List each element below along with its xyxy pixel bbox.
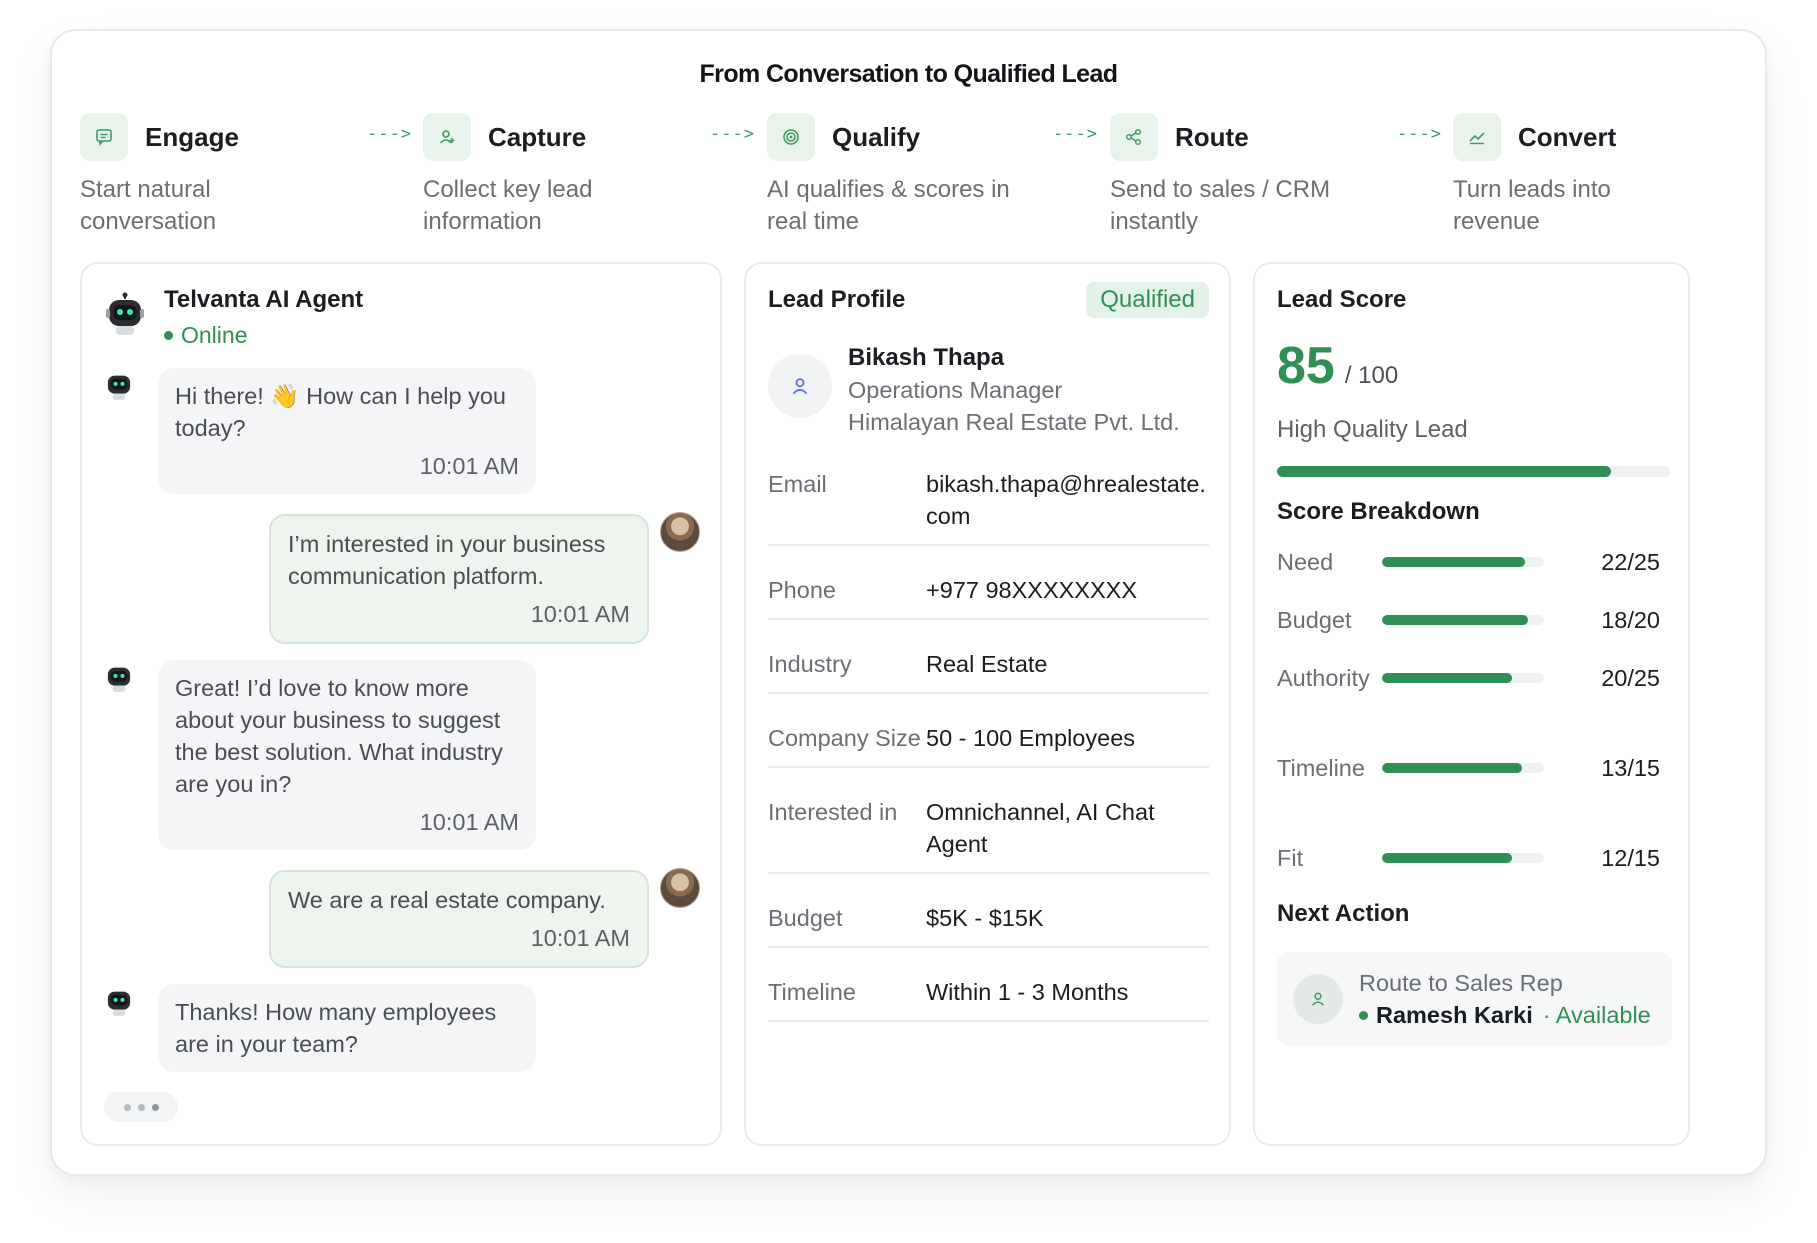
step-desc: Send to sales / CRM instantly xyxy=(1110,176,1331,235)
target-icon xyxy=(767,113,815,161)
step-name: Route xyxy=(1175,121,1249,152)
robot-icon xyxy=(104,986,134,1023)
breakdown-bar xyxy=(1382,557,1544,567)
chat-message-user: We are a real estate company. 10:01 AM xyxy=(269,870,649,968)
sales-rep-name: Ramesh Karki xyxy=(1376,1002,1533,1028)
step-desc: AI qualifies & scores in real time xyxy=(767,176,1010,235)
status-badge: Qualified xyxy=(1086,282,1209,318)
sales-rep-status: · Available xyxy=(1542,1002,1651,1028)
message-time: 10:01 AM xyxy=(419,453,519,479)
user-plus-icon xyxy=(423,113,471,161)
robot-icon xyxy=(104,370,134,407)
breakdown-bar xyxy=(1382,673,1544,683)
status-dot xyxy=(1359,1010,1368,1020)
avatar xyxy=(660,512,700,552)
step-desc: Turn leads into revenue xyxy=(1453,176,1611,235)
breakdown-title: Score Breakdown xyxy=(1277,498,1480,525)
step-name: Convert xyxy=(1518,121,1617,152)
message-time: 10:01 AM xyxy=(530,601,630,627)
trend-icon xyxy=(1453,113,1501,161)
breakdown-row: Timeline 13/15 xyxy=(1277,754,1660,782)
agent-header: Telvanta AI Agent Online xyxy=(104,286,363,349)
flow-arrow: ---> xyxy=(1053,124,1098,144)
profile-row: Company Size 50 - 100 Employees xyxy=(768,694,1209,768)
profile-row: Budget $5K - $15K xyxy=(768,874,1209,948)
lead-person: Bikash Thapa Operations Manager Himalaya… xyxy=(768,342,1180,438)
chat-message-bot: Hi there! 👋 How can I help you today? 10… xyxy=(158,368,536,494)
score-max: / 100 xyxy=(1344,362,1399,389)
chat-message-bot: Thanks! How many employees are in your t… xyxy=(158,984,536,1072)
score-number: 85 xyxy=(1277,337,1335,395)
step-route: Route Send to sales / CRM instantly xyxy=(1110,112,1430,238)
typing-indicator xyxy=(104,1092,178,1122)
user-icon xyxy=(1293,974,1343,1024)
score-label: High Quality Lead xyxy=(1277,416,1468,443)
breakdown-bar xyxy=(1382,615,1544,625)
card-title: Lead Score xyxy=(1277,286,1407,313)
avatar xyxy=(660,868,700,908)
profile-row: Email bikash.thapa@hrealestate.com xyxy=(768,456,1209,546)
score-value: 85 / 100 xyxy=(1277,338,1398,394)
agent-status: Online xyxy=(164,322,363,349)
next-action-box[interactable]: Route to Sales Rep Ramesh Karki · Availa… xyxy=(1277,952,1672,1046)
step-capture: Capture Collect key lead information xyxy=(423,112,743,238)
lead-company: Himalayan Real Estate Pvt. Ltd. xyxy=(848,409,1180,435)
breakdown-row: Budget 18/20 xyxy=(1277,606,1660,634)
chat-message-bot: Great! I’d love to know more about your … xyxy=(158,660,536,850)
step-engage: Engage Start natural conversation xyxy=(80,112,400,238)
share-icon xyxy=(1110,113,1158,161)
lead-name: Bikash Thapa xyxy=(848,344,1005,371)
breakdown-bar xyxy=(1382,763,1544,773)
lead-score-card: Lead Score 85 / 100 High Quality Lead Sc… xyxy=(1253,262,1690,1146)
card-title: Lead Profile xyxy=(768,286,906,313)
agent-name: Telvanta AI Agent xyxy=(164,286,364,313)
step-desc: Collect key lead information xyxy=(423,176,593,235)
profile-row: Timeline Within 1 - 3 Months xyxy=(768,948,1209,1022)
chat-message-user: I’m interested in your business communic… xyxy=(269,514,649,644)
step-desc: Start natural conversation xyxy=(80,176,217,235)
flow-arrow: ---> xyxy=(710,124,755,144)
user-icon xyxy=(768,354,832,418)
breakdown-row: Authority 20/25 xyxy=(1277,664,1660,692)
page-title: From Conversation to Qualified Lead xyxy=(699,60,1119,88)
profile-row: Interested in Omnichannel, AI Chat Agent xyxy=(768,768,1209,874)
profile-row: Industry Real Estate xyxy=(768,620,1209,694)
robot-icon xyxy=(104,662,134,699)
step-qualify: Qualify AI qualifies & scores in real ti… xyxy=(767,112,1087,238)
flow-arrow: ---> xyxy=(1397,124,1442,144)
score-progress-bar xyxy=(1277,466,1670,477)
chat-card: Telvanta AI Agent Online Hi there! 👋 How… xyxy=(80,262,722,1146)
flow-arrow: ---> xyxy=(367,124,412,144)
breakdown-row: Fit 12/15 xyxy=(1277,844,1660,872)
step-name: Engage xyxy=(145,121,239,152)
robot-icon xyxy=(104,292,146,338)
profile-fields: Email bikash.thapa@hrealestate.com Phone +… xyxy=(768,456,1209,1022)
breakdown-row: Need 22/25 xyxy=(1277,548,1660,576)
next-action-label: Route to Sales Rep xyxy=(1359,970,1563,996)
online-dot xyxy=(164,331,173,340)
step-convert: Convert Turn leads into revenue xyxy=(1453,112,1773,238)
chat-icon xyxy=(80,113,128,161)
breakdown-bar xyxy=(1382,853,1544,863)
profile-row: Phone +977 98XXXXXXXX xyxy=(768,546,1209,620)
message-time: 10:01 AM xyxy=(530,925,630,951)
message-time: 10:01 AM xyxy=(419,809,519,835)
lead-role: Operations Manager xyxy=(848,377,1063,403)
next-action-title: Next Action xyxy=(1277,900,1410,927)
step-name: Qualify xyxy=(832,121,921,152)
lead-profile-card: Lead Profile Qualified Bikash Thapa Oper… xyxy=(744,262,1231,1146)
step-name: Capture xyxy=(488,121,587,152)
